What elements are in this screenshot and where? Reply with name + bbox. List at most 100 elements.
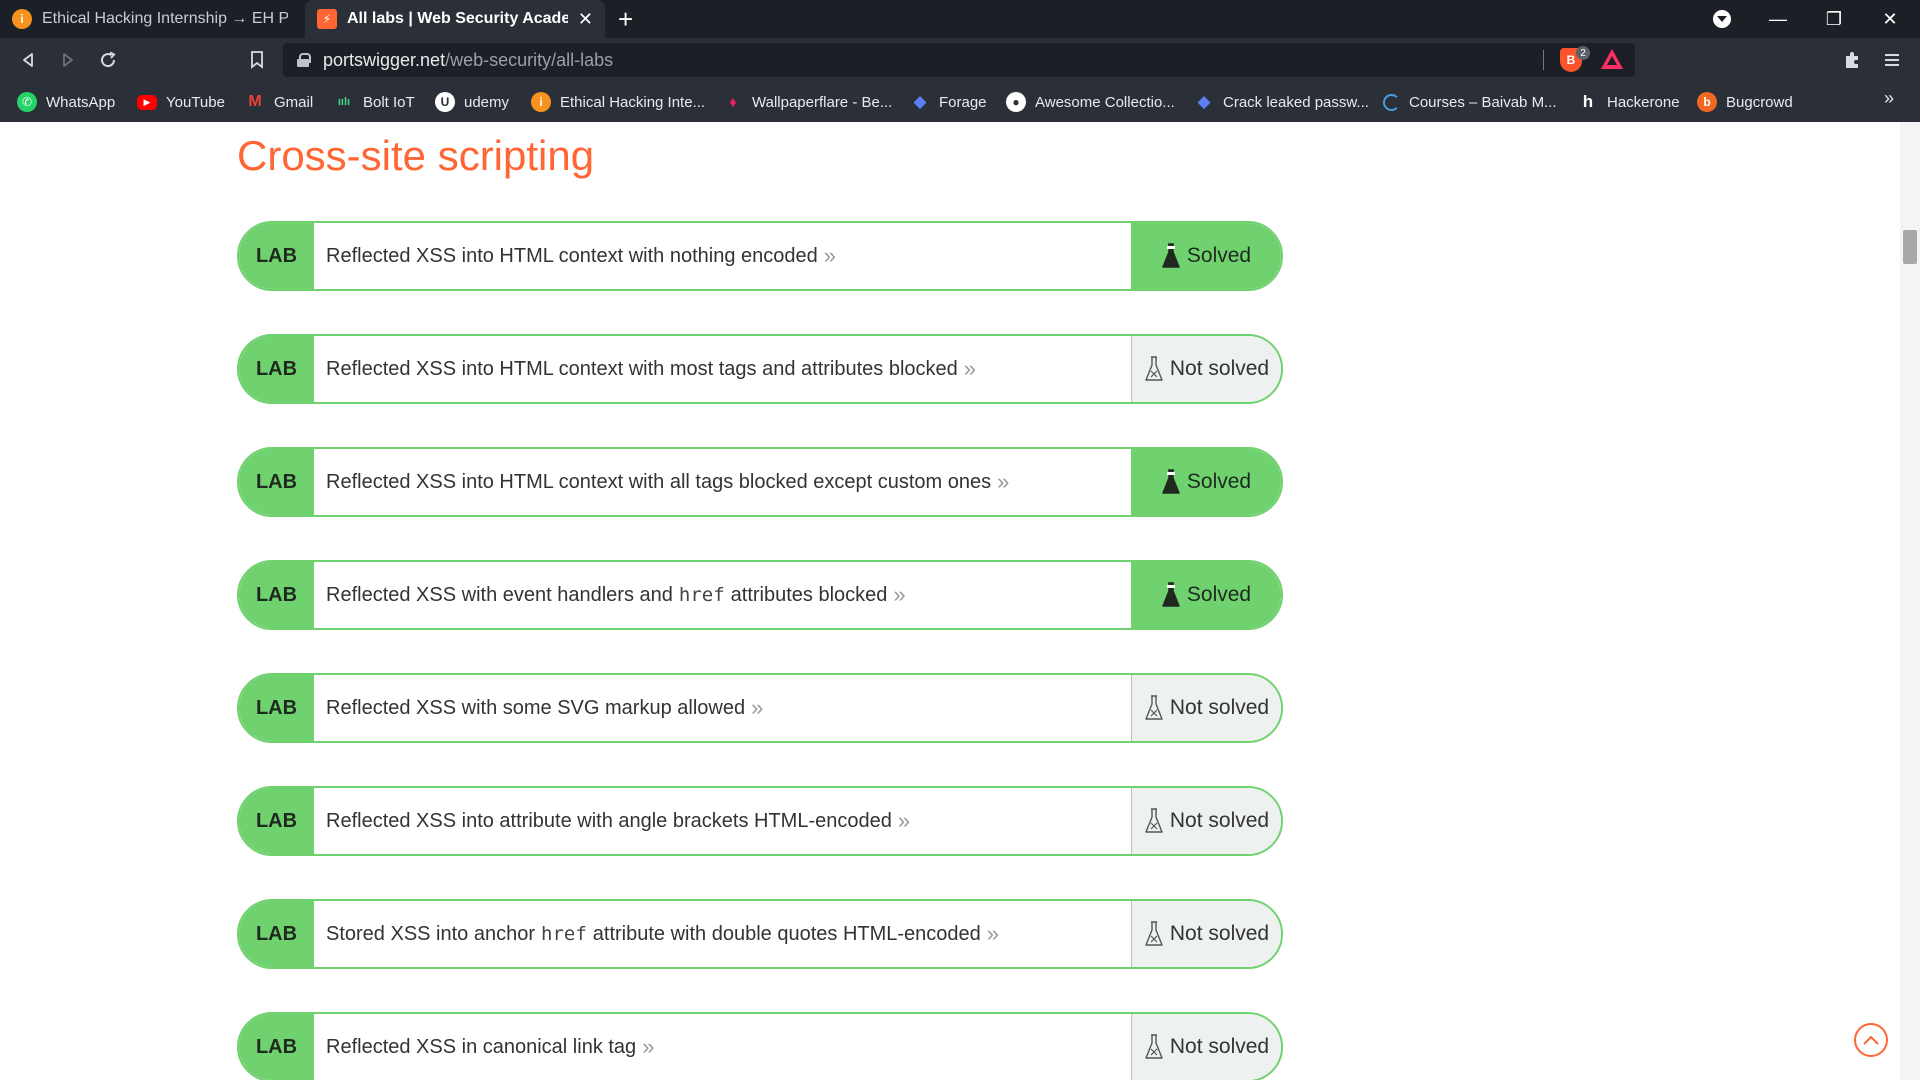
lab-title-link[interactable]: Reflected XSS in canonical link tag»	[314, 1014, 1131, 1080]
lab-status-not-solved: Not solved	[1131, 1014, 1281, 1080]
lab-tag: LAB	[239, 675, 314, 741]
lab-status-solved: Solved	[1131, 449, 1281, 515]
double-chevron-right-icon: »	[897, 808, 911, 833]
bookmark-crack-leaked[interactable]: ◆ Crack leaked passw...	[1194, 82, 1369, 122]
internshala-icon: i	[12, 9, 32, 29]
lab-row[interactable]: LAB Reflected XSS with event handlers and…	[237, 560, 1283, 630]
chevron-up-icon	[1863, 1035, 1879, 1045]
bookmark-ethical-hacking[interactable]: i Ethical Hacking Inte...	[531, 82, 705, 122]
lab-title-link[interactable]: Reflected XSS into attribute with angle …	[314, 788, 1131, 854]
scrollbar-thumb[interactable]	[1903, 230, 1917, 264]
extensions-icon[interactable]	[1838, 46, 1866, 74]
new-tab-button[interactable]: +	[618, 4, 633, 34]
lab-title-text: attributes blocked	[730, 583, 888, 606]
bookmark-hackerone[interactable]: h Hackerone	[1578, 82, 1680, 122]
lab-title-text: Reflected XSS with event handlers and	[326, 583, 673, 606]
lab-status-label: Not solved	[1169, 922, 1270, 945]
lab-row[interactable]: LAB Reflected XSS with some SVG markup al…	[237, 673, 1283, 743]
bookmark-label: Awesome Collectio...	[1035, 93, 1175, 111]
lab-title-link[interactable]: Stored XSS into anchor href attribute with…	[314, 901, 1131, 967]
tab-title: All labs | Web Security Academy	[347, 10, 568, 27]
address-path: /web-security/all-labs	[445, 49, 614, 70]
lab-title-code: href	[541, 923, 587, 945]
bookmark-wallpaperflare[interactable]: ♦ Wallpaperflare - Be...	[723, 82, 892, 122]
lab-row[interactable]: LAB Reflected XSS into attribute with ang…	[237, 786, 1283, 856]
portswigger-icon: ⚡	[317, 9, 337, 29]
page-content: Cross-site scripting LAB Reflected XSS in…	[0, 122, 1900, 1080]
bookmark-label: Crack leaked passw...	[1223, 93, 1369, 111]
internshala-icon: i	[531, 92, 551, 112]
lab-title-link[interactable]: Reflected XSS into HTML context with mos…	[314, 336, 1131, 402]
flask-unsolved-icon	[1144, 355, 1170, 383]
bookmark-label: Bugcrowd	[1726, 93, 1793, 111]
forage-icon: ◆	[913, 92, 927, 111]
double-chevron-right-icon: »	[823, 243, 837, 268]
section-title: Cross-site scripting	[237, 132, 595, 179]
flask-solved-icon	[1161, 242, 1187, 270]
brave-rewards-icon[interactable]	[1601, 49, 1623, 69]
close-tab-icon[interactable]: ✕	[578, 9, 593, 30]
lab-status-not-solved: Not solved	[1131, 901, 1281, 967]
lab-title-code: href	[678, 584, 725, 606]
github-icon: ●	[1006, 92, 1026, 112]
bookmark-forage[interactable]: ◆ Forage	[910, 82, 986, 122]
bookmark-gmail[interactable]: M Gmail	[245, 82, 313, 122]
bookmark-bugcrowd[interactable]: b Bugcrowd	[1697, 82, 1793, 122]
menu-icon[interactable]	[1878, 46, 1906, 74]
bookmark-label: Bolt IoT	[363, 93, 415, 111]
bookmark-bolt-iot[interactable]: ıılı Bolt IoT	[334, 82, 415, 122]
forward-icon[interactable]	[54, 46, 82, 74]
lab-status-label: Solved	[1186, 583, 1252, 606]
lab-tag: LAB	[239, 223, 314, 289]
double-chevron-right-icon: »	[997, 469, 1010, 494]
lab-title-link[interactable]: Reflected XSS with some SVG markup allow…	[314, 675, 1131, 741]
lab-status-label: Not solved	[1169, 696, 1270, 719]
lab-row[interactable]: LAB Reflected XSS into HTML context with …	[237, 334, 1283, 404]
udemy-icon: U	[435, 92, 455, 112]
tab-internship[interactable]: i Ethical Hacking Internship → EH Projec…	[0, 0, 300, 38]
address-bar[interactable]: portswigger.net/web-security/all-labs	[283, 43, 1635, 77]
lab-title-text: Reflected XSS into HTML context with not…	[326, 244, 818, 267]
lab-row[interactable]: LAB Stored XSS into anchor href attribute w…	[237, 899, 1283, 969]
minimize-button[interactable]: —	[1750, 0, 1806, 38]
lab-status-label: Not solved	[1169, 809, 1270, 832]
bookmark-courses[interactable]: Courses – Baivab M...	[1383, 82, 1557, 122]
reload-icon[interactable]	[94, 46, 122, 74]
bookmark-udemy[interactable]: Uudemy	[435, 82, 509, 122]
scrollbar[interactable]	[1900, 122, 1920, 1080]
lab-title-text: Reflected XSS in canonical link tag	[326, 1035, 637, 1058]
tab-title: Ethical Hacking Internship → EH Projects	[42, 10, 288, 27]
lab-title-text: Reflected XSS into HTML context with mos…	[326, 357, 958, 380]
tab-strip: i Ethical Hacking Internship → EH Projec…	[0, 0, 1920, 38]
close-window-button[interactable]: ✕	[1862, 0, 1918, 38]
hackerone-icon: h	[1582, 92, 1594, 111]
lab-title-link[interactable]: Reflected XSS into HTML context with not…	[314, 223, 1131, 289]
flask-solved-icon	[1161, 468, 1187, 496]
lab-status-label: Solved	[1186, 470, 1252, 493]
bookmark-awesome[interactable]: ● Awesome Collectio...	[1006, 82, 1175, 122]
tab-all-labs[interactable]: ⚡ All labs | Web Security Academy ✕	[305, 0, 605, 38]
bugcrowd-icon: b	[1697, 92, 1717, 112]
restore-button[interactable]: ❐	[1806, 0, 1862, 38]
lab-title-link[interactable]: Reflected XSS into HTML context with all…	[314, 449, 1131, 515]
lab-row[interactable]: LAB Reflected XSS in canonical link tag» N…	[237, 1012, 1283, 1080]
bookmark-whatsapp[interactable]: ✆ WhatsApp	[17, 82, 115, 122]
browser-toolbar: portswigger.net/web-security/all-labs B …	[0, 38, 1920, 82]
tab-search-icon[interactable]	[1694, 0, 1750, 38]
bookmark-youtube[interactable]: ▶ YouTube	[137, 82, 225, 122]
gmail-icon: M	[248, 93, 262, 110]
address-separator	[1543, 50, 1544, 70]
bookmark-icon[interactable]	[243, 46, 271, 74]
bookmark-label: Hackerone	[1607, 93, 1680, 111]
lab-tag: LAB	[239, 788, 314, 854]
lab-row[interactable]: LAB Reflected XSS into HTML context with …	[237, 447, 1283, 517]
back-icon[interactable]	[14, 46, 42, 74]
lab-title-link[interactable]: Reflected XSS with event handlers and hre…	[314, 562, 1131, 628]
bookmarks-overflow-button[interactable]: »	[1884, 88, 1894, 109]
lab-row[interactable]: LAB Reflected XSS into HTML context with …	[237, 221, 1283, 291]
flask-unsolved-icon	[1144, 920, 1170, 948]
back-to-top-button[interactable]	[1854, 1023, 1888, 1057]
lab-tag: LAB	[239, 336, 314, 402]
wallpaperflare-icon: ♦	[729, 93, 737, 111]
lab-title-text: attribute with double quotes HTML-encode…	[592, 922, 981, 945]
